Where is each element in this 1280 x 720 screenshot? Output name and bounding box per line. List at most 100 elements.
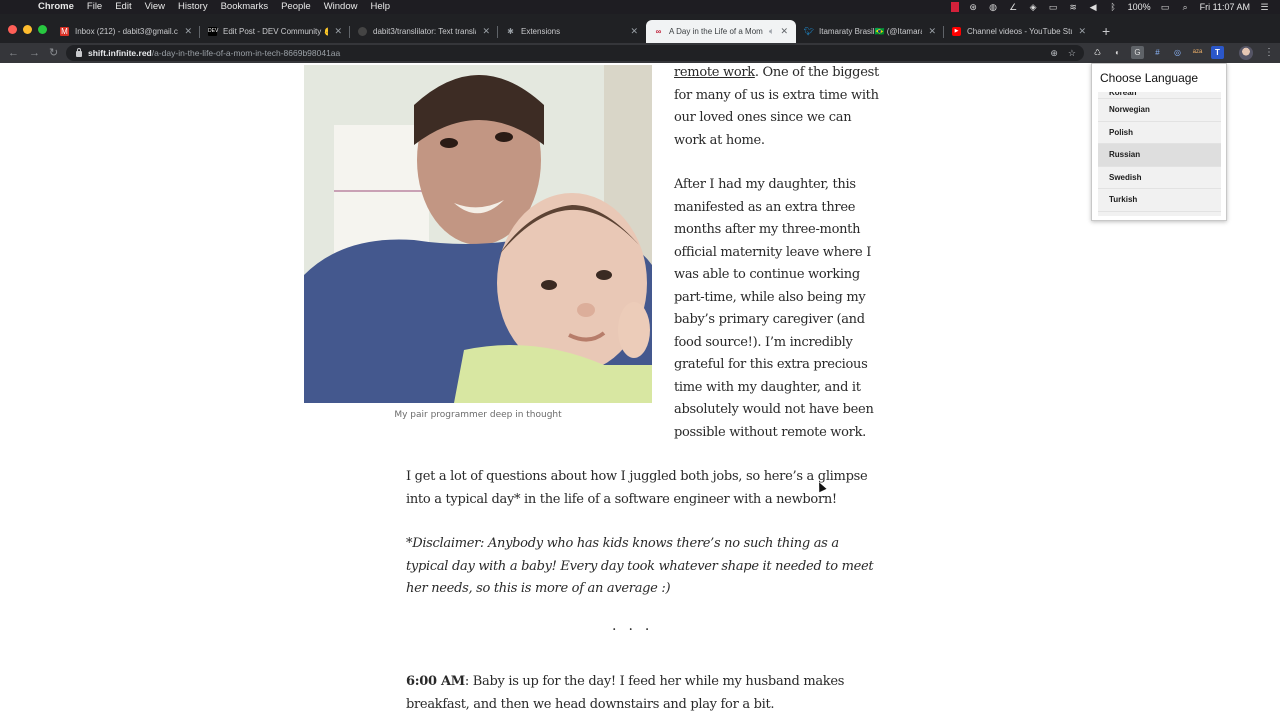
gmail-icon: M: [60, 27, 69, 36]
tab-title: Extensions: [521, 27, 561, 36]
clock[interactable]: Fri 11:07 AM: [1200, 2, 1250, 12]
spotlight-search-icon[interactable]: ⌕: [1180, 2, 1191, 13]
tab-dev-community[interactable]: DEV Edit Post - DEV Community 👶 ✕: [200, 20, 350, 43]
red-app-icon[interactable]: [950, 2, 959, 12]
puzzle-icon: ✱: [507, 27, 514, 36]
window-controls: [8, 25, 47, 34]
grammar-extension-icon[interactable]: G: [1131, 46, 1144, 59]
tab-title: A Day in the Life of a Mom: [669, 27, 763, 36]
language-option-norwegian[interactable]: Norwegian: [1098, 99, 1221, 122]
language-option-turkish[interactable]: Turkish: [1098, 189, 1221, 212]
dropbox-icon[interactable]: ◈: [1028, 2, 1039, 13]
language-option-swedish[interactable]: Swedish: [1098, 167, 1221, 189]
article-page: My pair programmer deep in thought remot…: [0, 63, 1280, 720]
article-paragraph: remote work. One of the biggest for many…: [674, 63, 884, 152]
new-tab-button[interactable]: +: [1102, 23, 1110, 39]
address-bar[interactable]: shift.infinite.red/a-day-in-the-life-of-…: [66, 45, 1084, 61]
tab-gmail[interactable]: M Inbox (212) - dabit3@gmail.com ✕: [52, 20, 200, 43]
creative-cloud-icon[interactable]: ⊛: [968, 2, 979, 13]
tab-github[interactable]: dabit3/translilator: Text translat ✕: [350, 20, 498, 43]
recycle-extension-icon[interactable]: ♺: [1091, 46, 1104, 59]
menu-window[interactable]: Window: [324, 0, 358, 14]
browser-toolbar: ← → ↻ shift.infinite.red/a-day-in-the-li…: [0, 43, 1280, 63]
extension-circle-icon[interactable]: ◐: [1111, 46, 1124, 59]
image-caption: My pair programmer deep in thought: [394, 410, 562, 420]
menu-file[interactable]: File: [87, 0, 102, 14]
battery-percent: 100%: [1127, 2, 1151, 12]
tab-title: Channel videos - YouTube Stu: [967, 27, 1073, 36]
close-tab-icon[interactable]: ✕: [780, 26, 788, 37]
remote-work-link[interactable]: remote work: [674, 65, 755, 80]
bookmark-star-icon[interactable]: ☆: [1068, 46, 1076, 60]
article-photo-mom-and-baby: [304, 65, 652, 403]
sync-app-icon[interactable]: ◍: [988, 2, 999, 13]
tab-twitter[interactable]: 🐦︎ Itamaraty Brasil🇧🇷 (@Itamaraty ✕: [796, 20, 944, 43]
menu-people[interactable]: People: [281, 0, 311, 14]
tab-extensions[interactable]: ✱ Extensions ✕: [498, 20, 646, 43]
article-paragraph: After I had my daughter, this manifested…: [674, 177, 874, 440]
menu-app-chrome[interactable]: Chrome: [38, 0, 74, 14]
disclaimer-paragraph: *Disclaimer: Anybody who has kids knows …: [406, 536, 874, 596]
close-window-button[interactable]: [8, 25, 17, 34]
language-option-korean[interactable]: Korean: [1098, 92, 1221, 99]
lock-icon[interactable]: [76, 48, 82, 57]
menu-bookmarks[interactable]: Bookmarks: [221, 0, 269, 14]
close-tab-icon[interactable]: ✕: [334, 26, 342, 37]
url-host: shift.infinite.red: [88, 48, 152, 58]
airplay-icon[interactable]: ▭: [1048, 2, 1059, 13]
minimize-window-button[interactable]: [23, 25, 32, 34]
notification-center-icon[interactable]: ☰: [1259, 2, 1270, 13]
volume-icon[interactable]: ◀: [1088, 2, 1099, 13]
paragraph-text: : Baby is up for the day! I feed her whi…: [406, 674, 845, 712]
twitter-icon: 🐦︎: [804, 27, 815, 36]
swirl-extension-icon[interactable]: ◎: [1171, 46, 1184, 59]
github-icon: [358, 27, 367, 36]
section-separator: ...: [612, 618, 662, 634]
popup-heading: Choose Language: [1100, 71, 1199, 85]
status-area: ⊛ ◍ ∠ ◈ ▭ ≋ ◀ ᛒ 100% ▭ ⌕ Fri 11:07 AM ☰: [950, 0, 1270, 14]
tab-title: Itamaraty Brasil🇧🇷 (@Itamaraty: [819, 27, 923, 36]
macos-menu-bar: Chrome File Edit View History Bookmarks …: [0, 0, 1280, 14]
profile-avatar[interactable]: [1239, 46, 1253, 60]
chrome-menu-icon[interactable]: ⋮: [1264, 45, 1274, 61]
language-list[interactable]: Korean Norwegian Polish Russian Swedish …: [1098, 92, 1221, 216]
battery-icon[interactable]: ▭: [1160, 2, 1171, 13]
tab-active-article[interactable]: ∞ A Day in the Life of a Mom 🔈︎ ✕: [646, 20, 796, 43]
youtube-icon: ▶: [952, 27, 961, 36]
zoom-icon[interactable]: ⊕: [1050, 46, 1058, 60]
language-option-polish[interactable]: Polish: [1098, 122, 1221, 144]
language-option-russian[interactable]: Russian: [1098, 144, 1221, 167]
url-path: /a-day-in-the-life-of-a-mom-in-tech-8669…: [151, 48, 341, 58]
article-paragraph: 6:00 AM: Baby is up for the day! I feed …: [406, 671, 881, 716]
back-button[interactable]: ←: [8, 45, 19, 61]
time-label: 6:00 AM: [406, 674, 465, 689]
menu-help[interactable]: Help: [370, 0, 390, 14]
pen-icon[interactable]: ∠: [1008, 2, 1019, 13]
forward-button[interactable]: →: [29, 45, 40, 61]
photo-illustration: [304, 65, 652, 403]
close-tab-icon[interactable]: ✕: [184, 26, 192, 37]
close-tab-icon[interactable]: ✕: [482, 26, 490, 37]
article-paragraph: I get a lot of questions about how I jug…: [406, 469, 868, 507]
reload-button[interactable]: ↻: [49, 45, 58, 61]
amazon-extension-icon[interactable]: aza: [1191, 46, 1204, 59]
tab-youtube-studio[interactable]: ▶ Channel videos - YouTube Stu ✕: [944, 20, 1094, 43]
bluetooth-icon[interactable]: ᛒ: [1108, 2, 1119, 12]
audio-playing-icon[interactable]: 🔈︎: [769, 26, 774, 37]
tab-title: dabit3/translilator: Text translat: [373, 27, 477, 36]
zoom-window-button[interactable]: [38, 25, 47, 34]
wifi-icon[interactable]: ≋: [1068, 2, 1079, 13]
close-tab-icon[interactable]: ✕: [1078, 26, 1086, 37]
omnibox-actions: ⊕ ☆: [1050, 46, 1076, 60]
menu-history[interactable]: History: [178, 0, 208, 14]
tab-title: Inbox (212) - dabit3@gmail.com: [75, 27, 179, 36]
infinite-red-icon: ∞: [655, 27, 662, 36]
close-tab-icon[interactable]: ✕: [928, 26, 936, 37]
choose-language-popup: Choose Language Korean Norwegian Polish …: [1091, 63, 1227, 221]
translator-extension-icon[interactable]: T: [1211, 46, 1224, 59]
menu-view[interactable]: View: [145, 0, 165, 14]
tab-strip: M Inbox (212) - dabit3@gmail.com ✕ DEV E…: [0, 14, 1280, 43]
hashtag-extension-icon[interactable]: #: [1151, 46, 1164, 59]
menu-edit[interactable]: Edit: [115, 0, 131, 14]
close-tab-icon[interactable]: ✕: [630, 26, 638, 37]
